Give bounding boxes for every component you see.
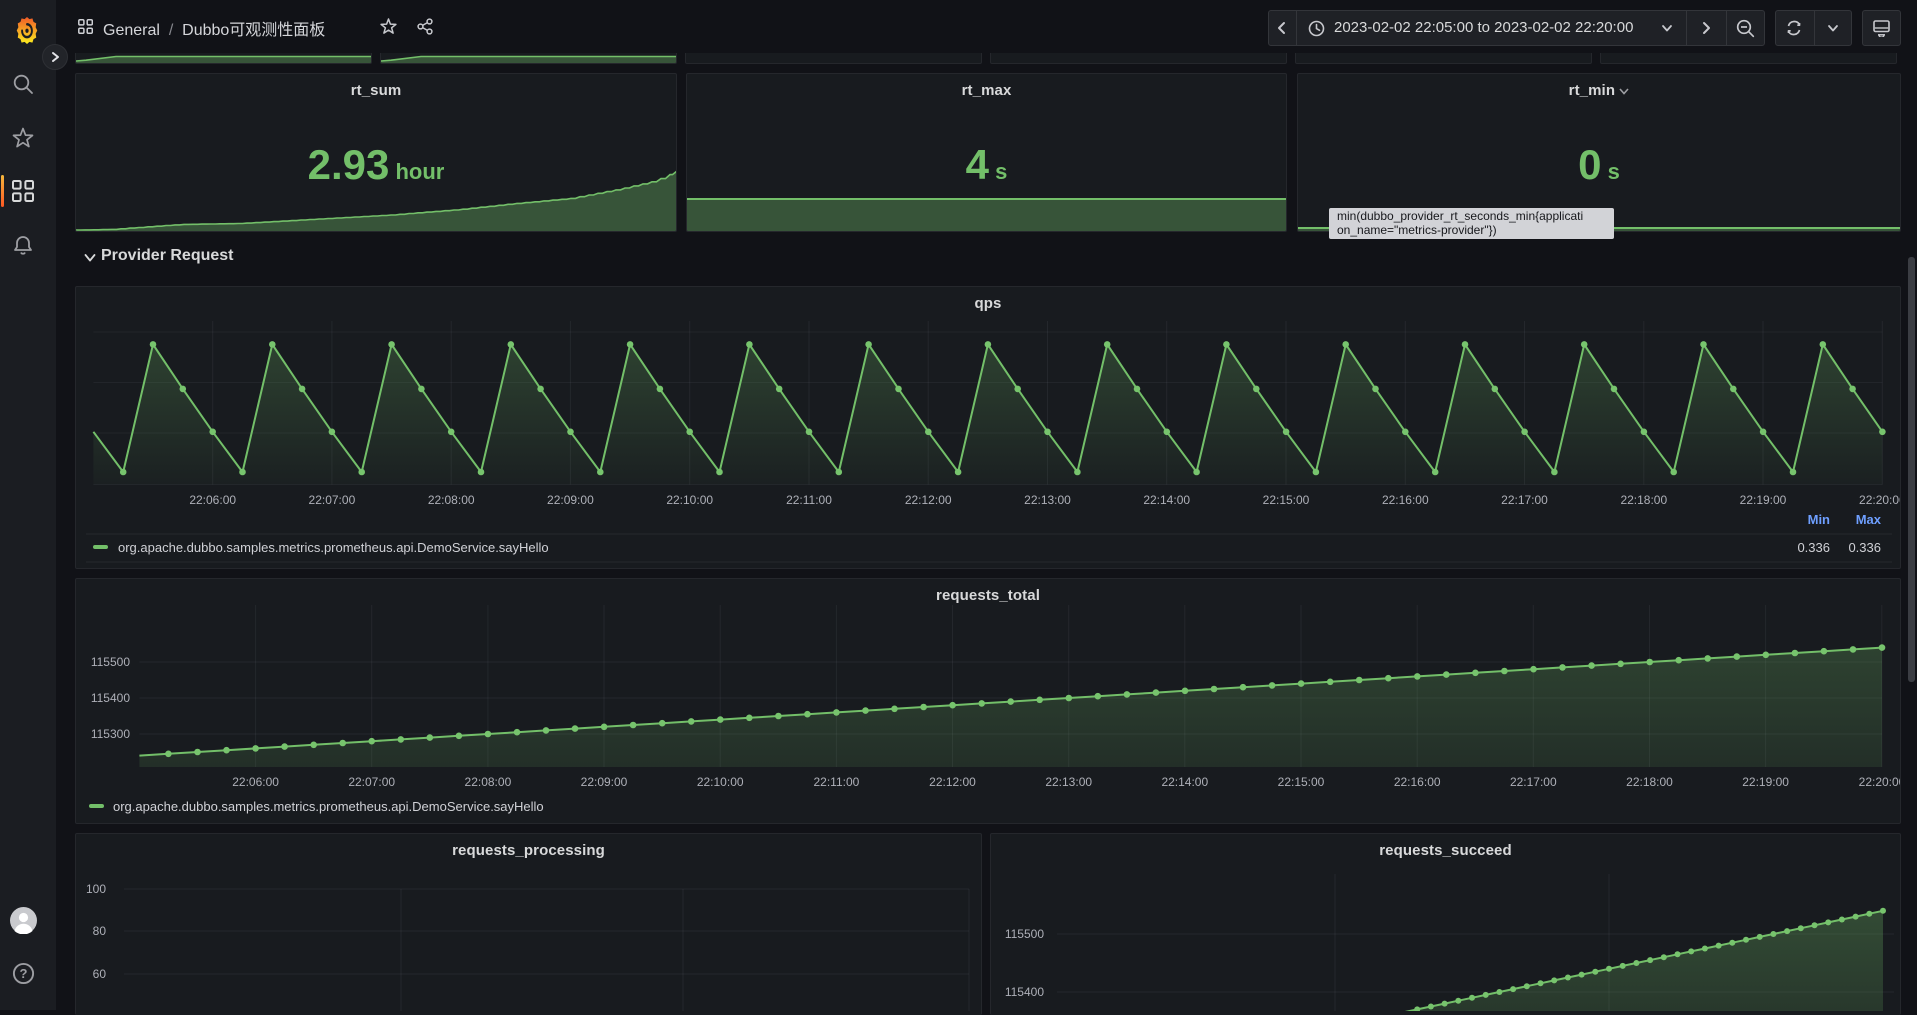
svg-text:22:08:00: 22:08:00	[428, 493, 475, 507]
svg-text:22:14:00: 22:14:00	[1161, 775, 1208, 789]
svg-text:?: ?	[20, 966, 28, 981]
svg-text:22:17:00: 22:17:00	[1510, 775, 1557, 789]
svg-text:115500: 115500	[1005, 927, 1044, 941]
svg-text:22:20:00: 22:20:00	[1859, 775, 1901, 789]
svg-text:22:19:00: 22:19:00	[1740, 493, 1787, 507]
svg-text:22:19:00: 22:19:00	[1742, 775, 1789, 789]
svg-text:80: 80	[93, 924, 107, 938]
svg-text:100: 100	[86, 882, 106, 896]
svg-text:22:13:00: 22:13:00	[1045, 775, 1092, 789]
svg-text:org.apache.dubbo.samples.metri: org.apache.dubbo.samples.metrics.prometh…	[113, 799, 544, 814]
svg-text:22:18:00: 22:18:00	[1620, 493, 1667, 507]
svg-text:22:15:00: 22:15:00	[1278, 775, 1325, 789]
svg-text:22:13:00: 22:13:00	[1024, 493, 1071, 507]
svg-text:22:06:00: 22:06:00	[189, 493, 236, 507]
svg-text:22:18:00: 22:18:00	[1626, 775, 1673, 789]
svg-text:115300: 115300	[91, 727, 130, 741]
svg-text:22:17:00: 22:17:00	[1501, 493, 1548, 507]
svg-text:22:07:00: 22:07:00	[309, 493, 356, 507]
svg-text:22:15:00: 22:15:00	[1263, 493, 1310, 507]
svg-text:22:16:00: 22:16:00	[1382, 493, 1429, 507]
svg-text:115400: 115400	[1005, 985, 1044, 999]
svg-text:115500: 115500	[91, 655, 130, 669]
svg-text:22:06:00: 22:06:00	[232, 775, 279, 789]
svg-text:22:11:00: 22:11:00	[786, 493, 832, 507]
svg-text:22:11:00: 22:11:00	[813, 775, 859, 789]
svg-text:60: 60	[93, 967, 107, 981]
svg-text:115400: 115400	[91, 691, 130, 705]
svg-text:22:09:00: 22:09:00	[581, 775, 628, 789]
svg-text:0.336: 0.336	[1848, 540, 1881, 555]
svg-text:22:14:00: 22:14:00	[1143, 493, 1190, 507]
svg-text:22:12:00: 22:12:00	[929, 775, 976, 789]
svg-text:22:07:00: 22:07:00	[348, 775, 395, 789]
svg-text:22:08:00: 22:08:00	[465, 775, 512, 789]
svg-text:22:20:00: 22:20:00	[1859, 493, 1901, 507]
svg-text:22:10:00: 22:10:00	[697, 775, 744, 789]
svg-text:22:09:00: 22:09:00	[547, 493, 594, 507]
svg-text:org.apache.dubbo.samples.metri: org.apache.dubbo.samples.metrics.prometh…	[118, 540, 549, 555]
svg-text:Max: Max	[1856, 512, 1882, 527]
svg-text:22:16:00: 22:16:00	[1394, 775, 1441, 789]
svg-text:22:12:00: 22:12:00	[905, 493, 952, 507]
svg-text:Min: Min	[1808, 512, 1830, 527]
svg-text:0.336: 0.336	[1797, 540, 1830, 555]
svg-text:22:10:00: 22:10:00	[666, 493, 713, 507]
